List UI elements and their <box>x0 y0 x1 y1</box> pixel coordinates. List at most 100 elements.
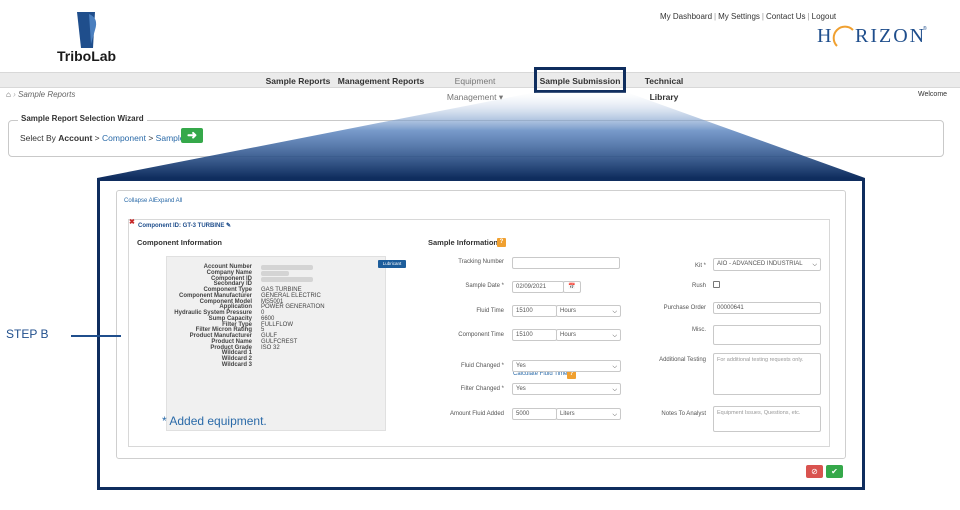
nav-sample-reports[interactable]: Sample Reports <box>263 73 333 89</box>
sample-info-label: Sample Information <box>428 238 499 247</box>
my-settings-link[interactable]: My Settings <box>718 12 760 21</box>
kit-select[interactable]: AIO - ADVANCED INDUSTRIAL ⌵ <box>713 258 821 271</box>
nav-management-reports[interactable]: Management Reports <box>336 73 426 89</box>
filter-changed-label: Filter Changed * <box>460 386 504 392</box>
component-time-input[interactable]: 15100 <box>512 329 557 341</box>
logo-text: TriboLab <box>57 48 116 64</box>
kit-label: Kit * <box>694 263 706 269</box>
chevron-down-icon: ⌵ <box>612 309 617 315</box>
fluid-time-unit-value: Hours <box>560 308 577 314</box>
redacted-value <box>261 276 313 282</box>
step-separator: > <box>94 133 100 143</box>
notes-to-analyst-label: Notes To Analyst <box>661 411 706 417</box>
chevron-down-icon: ⌵ <box>612 333 617 339</box>
component-id-header[interactable]: Component ID: GT-3 TURBINE ✎ <box>138 222 231 229</box>
amount-fluid-added-label: Amount Fluid Added <box>449 411 504 417</box>
sample-date-input[interactable]: 02/09/2021 <box>512 281 564 293</box>
rush-checkbox[interactable] <box>713 281 720 288</box>
cancel-icon: ⊘ <box>811 467 818 476</box>
collapse-all-link[interactable]: Collapse All <box>124 198 155 204</box>
fluid-time-unit-select[interactable]: Hours ⌵ <box>556 305 621 317</box>
wizard-next-button[interactable]: ➜ <box>181 128 203 143</box>
amount-fluid-added-input[interactable]: 5000 <box>512 408 557 420</box>
nav-equipment-label: Equipment Management <box>446 76 497 102</box>
tracking-number-label: Tracking Number <box>458 259 504 265</box>
chevron-down-icon: ⌵ <box>812 262 817 268</box>
svg-text:H: H <box>817 25 833 47</box>
step-separator: > <box>148 133 154 143</box>
fluid-time-input[interactable]: 15100 <box>512 305 557 317</box>
wizard-step-component[interactable]: Component <box>102 133 146 143</box>
chevron-down-icon: ▾ <box>498 92 504 102</box>
fluid-changed-label: Fluid Changed * <box>460 363 504 369</box>
component-time-unit-value: Hours <box>560 332 577 338</box>
contact-us-link[interactable]: Contact Us <box>766 12 806 21</box>
fluid-changed-select[interactable]: Yes ⌵ <box>512 360 621 372</box>
tracking-number-input[interactable] <box>512 257 620 269</box>
component-info-title: Component Information <box>137 238 222 247</box>
kit-value: AIO - ADVANCED INDUSTRIAL <box>717 261 803 267</box>
sample-date-label: Sample Date * <box>465 283 504 289</box>
submit-button[interactable]: ✔ <box>826 465 843 478</box>
lubricant-badge: Lubricant <box>378 260 406 268</box>
wizard-title: Sample Report Selection Wizard <box>18 114 147 123</box>
rush-label: Rush <box>691 283 706 289</box>
additional-testing-textarea[interactable]: For additional testing requests only. <box>713 353 821 395</box>
component-id-label: Component ID: GT-3 TURBINE <box>138 223 225 229</box>
edit-icon[interactable]: ✎ <box>226 223 231 229</box>
separator: | <box>714 12 717 21</box>
notes-to-analyst-textarea[interactable]: Equipment Issues, Questions, etc. <box>713 406 821 432</box>
fluid-changed-value: Yes <box>516 363 526 369</box>
component-info-value: ISO 32 <box>261 344 280 351</box>
top-links: My Dashboard | My Settings | Contact Us | Logo… <box>660 12 836 21</box>
my-dashboard-link[interactable]: My Dashboard <box>660 12 712 21</box>
help-icon[interactable]: ? <box>497 238 506 247</box>
component-time-unit-select[interactable]: Hours ⌵ <box>556 329 621 341</box>
misc-textarea[interactable] <box>713 325 821 345</box>
welcome-text: Welcome <box>918 91 948 98</box>
fluid-time-label: Fluid Time <box>476 308 504 314</box>
nav-technical-library[interactable]: Technical Library <box>630 73 698 102</box>
svg-text:RIZON: RIZON <box>855 25 926 47</box>
cancel-button[interactable]: ⊘ <box>806 465 823 478</box>
chevron-down-icon: ⌵ <box>612 387 617 393</box>
component-time-label: Component Time <box>458 332 504 338</box>
filter-changed-value: Yes <box>516 386 526 392</box>
select-by-label: Select By <box>20 133 56 143</box>
horizon-logo: H RIZON ® <box>815 20 935 50</box>
wizard-steps: Select By Account > Component > Sample <box>20 133 185 143</box>
step-b-pointer <box>71 335 121 337</box>
additional-testing-label: Additional Testing <box>659 357 706 363</box>
component-info-value: FULLFLOW <box>261 321 294 328</box>
expand-all-link[interactable]: Expand All <box>154 198 182 204</box>
filter-changed-select[interactable]: Yes ⌵ <box>512 383 621 395</box>
breadcrumb: ⌂ › Sample Reports <box>6 90 76 99</box>
chevron-down-icon: ⌵ <box>612 364 617 370</box>
separator: | <box>761 12 764 21</box>
svg-text:®: ® <box>923 25 927 32</box>
component-info-value: POWER GENERATION <box>261 304 325 311</box>
check-icon: ✔ <box>831 467 838 476</box>
separator: | <box>807 12 810 21</box>
purchase-order-input[interactable]: 00000641 <box>713 302 821 314</box>
component-info-label: Wildcard 3 <box>221 361 252 368</box>
redacted-value <box>261 270 289 276</box>
breadcrumb-current[interactable]: Sample Reports <box>18 90 75 99</box>
tribolab-logo: TriboLab <box>55 8 145 68</box>
step-b-label: STEP B <box>6 327 49 341</box>
chevron-down-icon: ⌵ <box>612 412 617 418</box>
highlight-box <box>534 67 626 93</box>
amount-fluid-added-unit-value: Liters <box>560 411 575 417</box>
sample-info-title: Sample Information <box>428 238 498 247</box>
redacted-value <box>261 265 313 270</box>
amount-fluid-added-unit-select[interactable]: Liters ⌵ <box>556 408 621 420</box>
purchase-order-label: Purchase Order <box>663 305 706 311</box>
home-icon[interactable]: ⌂ <box>6 90 11 99</box>
calendar-icon[interactable]: 📅 <box>563 281 581 293</box>
nav-equipment-management[interactable]: Equipment Management ▾ <box>430 73 520 102</box>
misc-label: Misc. <box>692 327 706 333</box>
arrow-right-icon: ➜ <box>186 128 198 142</box>
wizard-step-account[interactable]: Account <box>58 133 92 143</box>
remove-icon[interactable]: ✖ <box>129 218 135 226</box>
added-equipment-note: * Added equipment. <box>162 414 267 428</box>
